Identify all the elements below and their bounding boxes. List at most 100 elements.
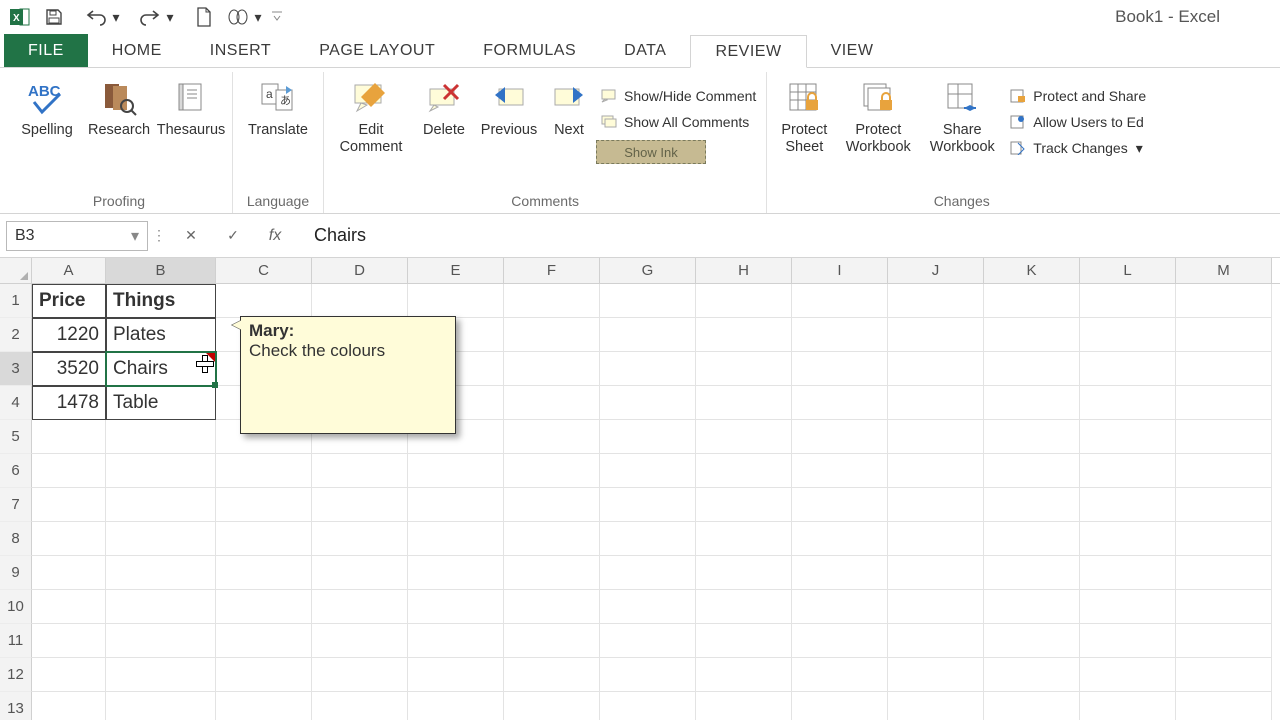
col-header-I[interactable]: I: [792, 258, 888, 283]
cell-C10[interactable]: [216, 590, 312, 624]
cell-B8[interactable]: [106, 522, 216, 556]
cell-C9[interactable]: [216, 556, 312, 590]
cell-B11[interactable]: [106, 624, 216, 658]
cell-M11[interactable]: [1176, 624, 1272, 658]
cell-J5[interactable]: [888, 420, 984, 454]
cell-H11[interactable]: [696, 624, 792, 658]
cell-A8[interactable]: [32, 522, 106, 556]
col-header-L[interactable]: L: [1080, 258, 1176, 283]
cell-D11[interactable]: [312, 624, 408, 658]
cell-I13[interactable]: [792, 692, 888, 720]
cell-C6[interactable]: [216, 454, 312, 488]
cell-B13[interactable]: [106, 692, 216, 720]
tab-formulas[interactable]: FORMULAS: [459, 34, 600, 67]
protect-workbook-button[interactable]: Protect Workbook: [837, 76, 919, 160]
cell-D9[interactable]: [312, 556, 408, 590]
cell-M12[interactable]: [1176, 658, 1272, 692]
cell-J12[interactable]: [888, 658, 984, 692]
cell-D13[interactable]: [312, 692, 408, 720]
cell-I4[interactable]: [792, 386, 888, 420]
cell-H6[interactable]: [696, 454, 792, 488]
cell-L2[interactable]: [1080, 318, 1176, 352]
cell-H1[interactable]: [696, 284, 792, 318]
cell-I1[interactable]: [792, 284, 888, 318]
cell-K1[interactable]: [984, 284, 1080, 318]
cell-M3[interactable]: [1176, 352, 1272, 386]
cell-L12[interactable]: [1080, 658, 1176, 692]
cell-L6[interactable]: [1080, 454, 1176, 488]
protect-share-button[interactable]: Protect and Share: [1005, 86, 1150, 106]
cell-H12[interactable]: [696, 658, 792, 692]
cell-F2[interactable]: [504, 318, 600, 352]
cell-A4[interactable]: 1478: [32, 386, 106, 420]
cell-I9[interactable]: [792, 556, 888, 590]
cell-F6[interactable]: [504, 454, 600, 488]
cell-C1[interactable]: [216, 284, 312, 318]
cell-L1[interactable]: [1080, 284, 1176, 318]
tab-page-layout[interactable]: PAGE LAYOUT: [295, 34, 459, 67]
row-header-5[interactable]: 5: [0, 420, 32, 454]
cell-B5[interactable]: [106, 420, 216, 454]
cell-J10[interactable]: [888, 590, 984, 624]
cell-K2[interactable]: [984, 318, 1080, 352]
cell-I5[interactable]: [792, 420, 888, 454]
cell-A7[interactable]: [32, 488, 106, 522]
cell-B12[interactable]: [106, 658, 216, 692]
show-all-comments-button[interactable]: Show All Comments: [596, 112, 760, 132]
cell-I2[interactable]: [792, 318, 888, 352]
cell-H9[interactable]: [696, 556, 792, 590]
cell-B6[interactable]: [106, 454, 216, 488]
cell-M6[interactable]: [1176, 454, 1272, 488]
cell-G4[interactable]: [600, 386, 696, 420]
cell-M9[interactable]: [1176, 556, 1272, 590]
cell-B7[interactable]: [106, 488, 216, 522]
cell-C7[interactable]: [216, 488, 312, 522]
col-header-M[interactable]: M: [1176, 258, 1272, 283]
select-all-corner[interactable]: [0, 258, 32, 283]
chevron-down-icon[interactable]: ▾: [131, 226, 139, 246]
cell-D12[interactable]: [312, 658, 408, 692]
cell-F10[interactable]: [504, 590, 600, 624]
cell-I7[interactable]: [792, 488, 888, 522]
cell-B1[interactable]: Things: [106, 284, 216, 318]
row-header-7[interactable]: 7: [0, 488, 32, 522]
next-comment-button[interactable]: Next: [544, 76, 594, 160]
comment-popup[interactable]: Mary: Check the colours: [240, 316, 456, 434]
col-header-D[interactable]: D: [312, 258, 408, 283]
cell-H8[interactable]: [696, 522, 792, 556]
cell-E11[interactable]: [408, 624, 504, 658]
cell-A2[interactable]: 1220: [32, 318, 106, 352]
cell-K9[interactable]: [984, 556, 1080, 590]
cell-B2[interactable]: Plates: [106, 318, 216, 352]
cell-J3[interactable]: [888, 352, 984, 386]
cell-D6[interactable]: [312, 454, 408, 488]
cell-G8[interactable]: [600, 522, 696, 556]
cell-K12[interactable]: [984, 658, 1080, 692]
cell-L13[interactable]: [1080, 692, 1176, 720]
cell-F12[interactable]: [504, 658, 600, 692]
delete-comment-button[interactable]: Delete: [414, 76, 474, 160]
insert-function-button[interactable]: fx: [266, 227, 284, 245]
cell-B10[interactable]: [106, 590, 216, 624]
edit-comment-button[interactable]: Edit Comment: [330, 76, 412, 160]
touch-mode-icon[interactable]: [224, 3, 252, 31]
cell-E13[interactable]: [408, 692, 504, 720]
cell-H3[interactable]: [696, 352, 792, 386]
spelling-button[interactable]: ABC Spelling: [12, 76, 82, 160]
cell-G11[interactable]: [600, 624, 696, 658]
cell-E7[interactable]: [408, 488, 504, 522]
row-header-3[interactable]: 3: [0, 352, 32, 386]
cell-G2[interactable]: [600, 318, 696, 352]
fill-handle[interactable]: [212, 382, 218, 388]
name-box[interactable]: B3 ▾: [6, 221, 148, 251]
confirm-edit-button[interactable]: ✓: [224, 227, 242, 245]
cell-K3[interactable]: [984, 352, 1080, 386]
cell-L3[interactable]: [1080, 352, 1176, 386]
cell-E6[interactable]: [408, 454, 504, 488]
protect-sheet-button[interactable]: Protect Sheet: [773, 76, 835, 160]
cell-G5[interactable]: [600, 420, 696, 454]
cell-H10[interactable]: [696, 590, 792, 624]
cell-M4[interactable]: [1176, 386, 1272, 420]
cell-J1[interactable]: [888, 284, 984, 318]
track-changes-button[interactable]: Track Changes ▾: [1005, 138, 1150, 158]
